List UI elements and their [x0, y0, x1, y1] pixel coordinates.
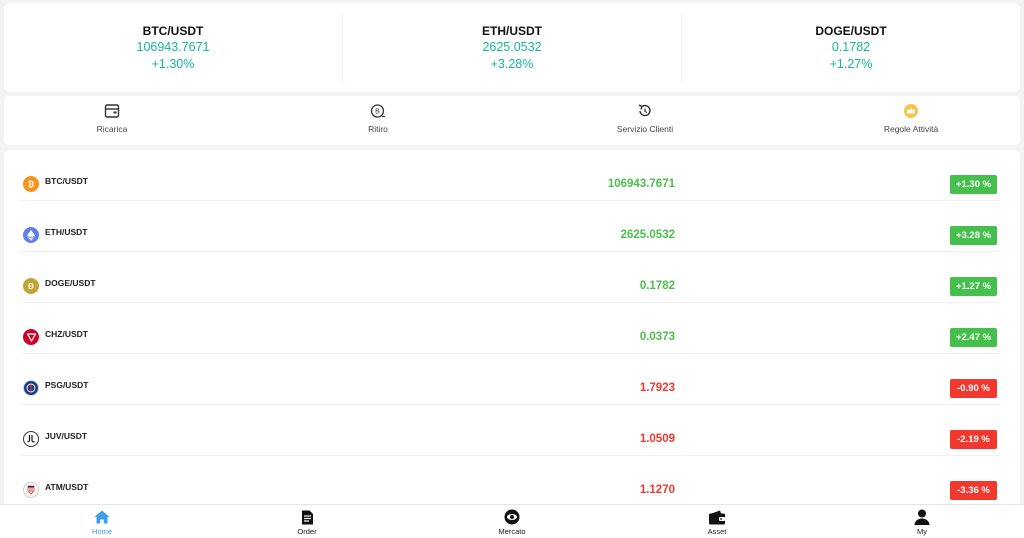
psg-icon: [23, 380, 39, 396]
atletico-icon: [23, 482, 39, 498]
nav-home[interactable]: Home: [62, 509, 142, 536]
nav-label: Asset: [707, 527, 727, 536]
market-pair: ATM/USDT: [45, 482, 89, 492]
ticker-price: 0.1782: [831, 39, 871, 54]
order-document-icon: [298, 509, 316, 525]
change-badge: -3.36 %: [950, 481, 997, 500]
action-regole-attivita[interactable]: Regole Attività: [851, 102, 971, 134]
ticker-change: +3.28%: [490, 56, 534, 71]
market-price: 106943.7671: [607, 178, 675, 190]
nav-my[interactable]: My: [882, 509, 962, 536]
action-ritiro[interactable]: B Ritiro: [318, 102, 438, 134]
nav-label: Order: [297, 527, 317, 536]
market-price: 1.0509: [639, 433, 675, 445]
change-badge: +1.27 %: [950, 277, 997, 296]
action-servizio-clienti[interactable]: Servizio Clienti: [585, 102, 705, 134]
ticker-doge[interactable]: DOGE/USDT 0.1782 +1.27%: [682, 14, 1020, 82]
nav-label: Mercato: [498, 527, 526, 536]
market-pair: BTC/USDT: [45, 176, 88, 186]
quick-actions-bar: Ricarica B Ritiro Servizio Clienti Regol…: [4, 96, 1020, 145]
nav-order[interactable]: Order: [267, 509, 347, 536]
market-price: 2625.0532: [620, 229, 675, 241]
ticker-eth[interactable]: ETH/USDT 2625.0532 +3.28%: [343, 13, 682, 82]
market-row-juv[interactable]: JUV/USDT 1.0509 -2.19 %: [20, 405, 1000, 456]
dogecoin-icon: Ð: [23, 278, 39, 294]
market-pair: PSG/USDT: [45, 380, 89, 390]
market-eye-icon: [503, 509, 521, 525]
ticker-price: 2625.0532: [482, 39, 542, 54]
market-pair: ETH/USDT: [45, 227, 88, 237]
support-refresh-icon: [636, 102, 654, 120]
ticker-pair: DOGE/USDT: [815, 23, 887, 38]
bitcoin-icon: ₿: [23, 176, 39, 192]
user-icon: [913, 509, 931, 525]
ticker-change: +1.27%: [829, 56, 873, 71]
juventus-icon: [23, 431, 39, 447]
market-row-doge[interactable]: Ð DOGE/USDT 0.1782 +1.27 %: [20, 252, 1000, 303]
market-list: ₿ BTC/USDT 106943.7671 +1.30 % ETH/USDT …: [4, 150, 1020, 510]
market-price: 0.0373: [639, 331, 675, 343]
market-row-atm[interactable]: ATM/USDT 1.1270 -3.36 %: [20, 456, 1000, 507]
change-badge: +2.47 %: [950, 328, 997, 347]
action-label: Servizio Clienti: [616, 124, 674, 134]
change-badge: +3.28 %: [950, 226, 997, 245]
crown-icon: [902, 102, 920, 120]
market-row-chz[interactable]: CHZ/USDT 0.0373 +2.47 %: [20, 303, 1000, 354]
bottom-nav: Home Order Mercato Asset My: [0, 504, 1024, 538]
svg-text:B: B: [375, 109, 380, 116]
market-price: 1.1270: [639, 484, 675, 496]
chiliz-icon: [23, 329, 39, 345]
wallet-card-icon: [103, 102, 121, 120]
ticker-pair: ETH/USDT: [482, 23, 542, 38]
ticker-panel: BTC/USDT 106943.7671 +1.30% ETH/USDT 262…: [4, 3, 1020, 92]
action-label: Regole Attività: [883, 124, 939, 134]
withdraw-coin-icon: B: [369, 102, 387, 120]
action-label: Ritiro: [368, 124, 388, 134]
action-ricarica[interactable]: Ricarica: [52, 102, 172, 134]
wallet-icon: [708, 509, 726, 525]
ticker-pair: BTC/USDT: [142, 23, 204, 38]
nav-label: Home: [91, 527, 112, 536]
ticker-btc[interactable]: BTC/USDT 106943.7671 +1.30%: [4, 13, 343, 82]
nav-label: My: [917, 527, 927, 536]
market-row-psg[interactable]: PSG/USDT 1.7923 -0.90 %: [20, 354, 1000, 405]
nav-mercato[interactable]: Mercato: [472, 509, 552, 536]
ticker-change: +1.30%: [151, 56, 195, 71]
market-price: 0.1782: [639, 280, 675, 292]
home-icon: [93, 509, 111, 525]
nav-asset[interactable]: Asset: [677, 509, 757, 536]
market-pair: DOGE/USDT: [45, 278, 96, 288]
market-row-btc[interactable]: ₿ BTC/USDT 106943.7671 +1.30 %: [20, 150, 1000, 201]
ethereum-icon: [23, 227, 39, 243]
change-badge: -0.90 %: [950, 379, 997, 398]
market-pair: CHZ/USDT: [45, 329, 88, 339]
market-price: 1.7923: [639, 382, 675, 394]
ticker-price: 106943.7671: [136, 39, 210, 54]
change-badge: -2.19 %: [950, 430, 997, 449]
action-label: Ricarica: [96, 124, 128, 134]
market-pair: JUV/USDT: [45, 431, 88, 441]
market-row-eth[interactable]: ETH/USDT 2625.0532 +3.28 %: [20, 201, 1000, 252]
change-badge: +1.30 %: [950, 175, 997, 194]
